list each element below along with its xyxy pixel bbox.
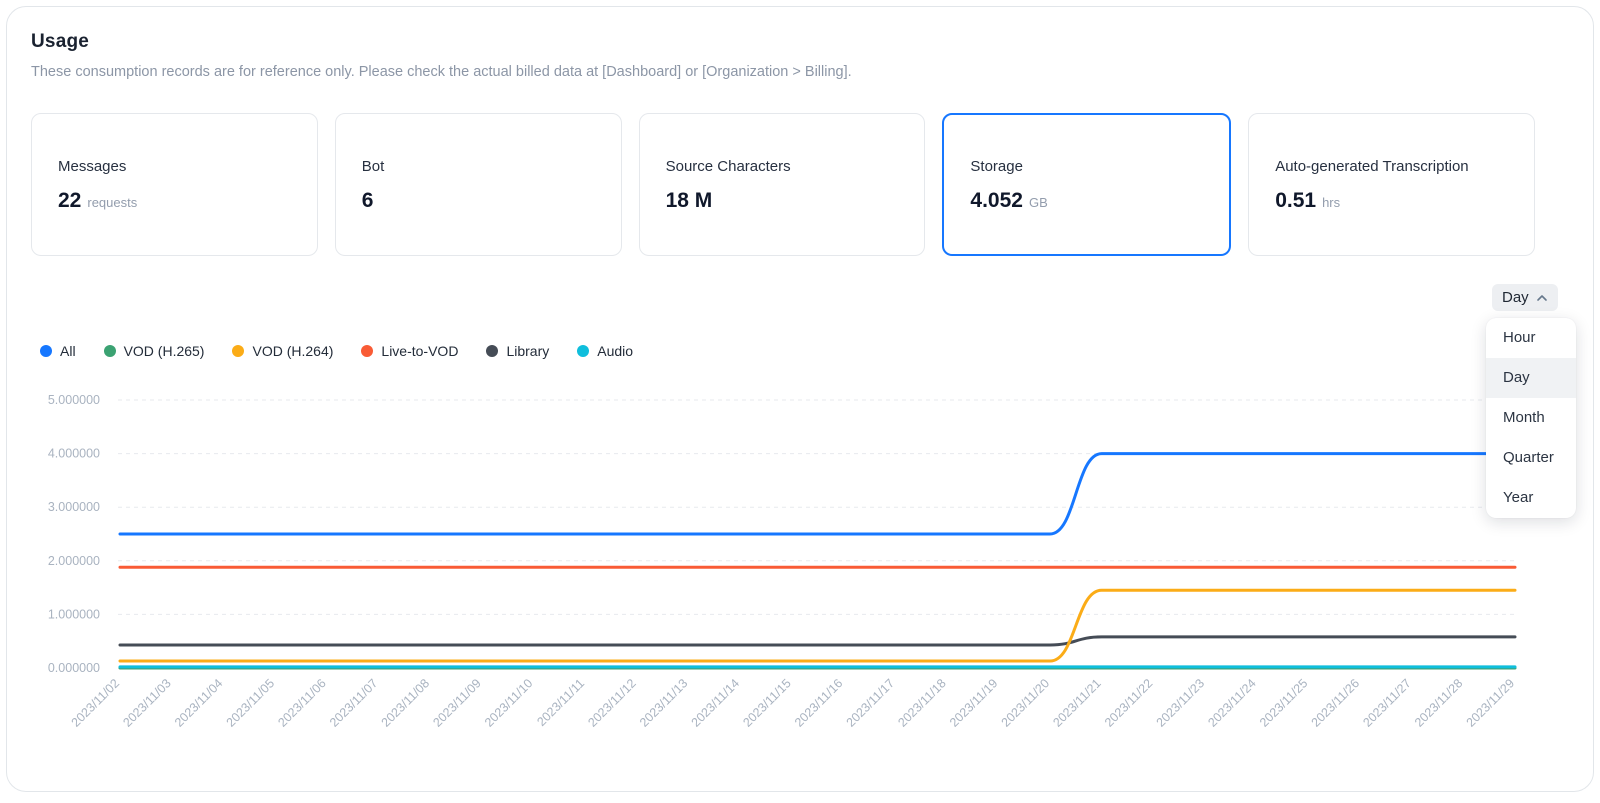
card-label: Auto-generated Transcription [1275,157,1508,177]
x-axis-label: 2023/11/18 [895,676,949,730]
legend-dot [104,345,116,357]
x-axis-label: 2023/11/25 [1257,676,1311,730]
menu-item-quarter[interactable]: Quarter [1486,438,1576,478]
card-value-unit: requests [87,195,137,210]
granularity-dropdown-button[interactable]: Day [1492,284,1558,311]
x-axis-label: 2023/11/07 [327,676,381,730]
card-value-unit: hrs [1322,195,1340,210]
menu-item-hour[interactable]: Hour [1486,318,1576,358]
menu-item-day[interactable]: Day [1486,358,1576,398]
legend-dot [486,345,498,357]
page-subtitle: These consumption records are for refere… [31,64,852,80]
legend-item-audio[interactable]: Audio [577,343,633,359]
y-axis-label: 2.000000 [48,554,100,568]
x-axis-label: 2023/11/04 [172,676,226,730]
granularity-selected-label: Day [1502,289,1529,306]
legend-dot [232,345,244,357]
card-label: Messages [58,157,291,177]
x-axis-label: 2023/11/26 [1309,676,1363,730]
x-axis-label: 2023/11/16 [792,676,846,730]
y-axis-label: 5.000000 [48,393,100,407]
card-value-number: 18 M [666,189,713,213]
granularity-dropdown-menu: HourDayMonthQuarterYear [1486,318,1576,518]
card-messages[interactable]: Messages 22 requests [31,113,318,256]
x-axis-label: 2023/11/23 [1154,676,1208,730]
usage-chart: 0.000000 1.000000 2.000000 3.000000 4.000000… [0,378,1600,798]
menu-item-month[interactable]: Month [1486,398,1576,438]
x-axis-label: 2023/11/09 [430,676,484,730]
card-value-unit: GB [1029,195,1048,210]
x-axis-label: 2023/11/02 [69,676,123,730]
legend-item-live-to-vod[interactable]: Live-to-VOD [361,343,458,359]
legend-dot [361,345,373,357]
legend-label: VOD (H.265) [124,343,205,359]
x-axis-label: 2023/11/05 [224,676,278,730]
card-value: 0.51 hrs [1275,189,1508,213]
usage-stat-cards: Messages 22 requests Bot 6 Source Charac… [31,113,1535,256]
chevron-up-icon [1536,292,1548,304]
card-value: 6 [362,189,595,213]
card-label: Storage [970,157,1203,177]
card-bot[interactable]: Bot 6 [335,113,622,256]
x-axis-label: 2023/11/24 [1205,676,1259,730]
usage-page: Usage These consumption records are for … [0,0,1600,798]
y-axis-label: 4.000000 [48,447,100,461]
x-axis-label: 2023/11/19 [947,676,1001,730]
y-axis-label: 1.000000 [48,607,100,621]
page-title: Usage [31,31,89,53]
card-label: Bot [362,157,595,177]
x-axis-label: 2023/11/28 [1412,676,1466,730]
y-axis-label: 0.000000 [48,661,100,675]
card-value: 22 requests [58,189,291,213]
x-axis-label: 2023/11/14 [689,676,743,730]
card-value: 4.052 GB [970,189,1203,213]
legend-dot [577,345,589,357]
x-axis-label: 2023/11/03 [120,676,174,730]
card-source-characters[interactable]: Source Characters 18 M [639,113,926,256]
legend-item-vod-h-264[interactable]: VOD (H.264) [232,343,333,359]
x-axis-label: 2023/11/17 [844,676,898,730]
card-value-number: 4.052 [970,189,1023,213]
x-axis-label: 2023/11/21 [1050,676,1104,730]
x-axis-label: 2023/11/08 [379,676,433,730]
card-auto-generated-transcription[interactable]: Auto-generated Transcription 0.51 hrs [1248,113,1535,256]
chart-legend: All VOD (H.265) VOD (H.264) Live-to-VOD Libr… [40,343,633,359]
x-axis-label: 2023/11/13 [637,676,691,730]
legend-label: Live-to-VOD [381,343,458,359]
x-axis-label: 2023/11/20 [999,676,1053,730]
legend-item-all[interactable]: All [40,343,76,359]
card-value-number: 22 [58,189,81,213]
card-value: 18 M [666,189,899,213]
legend-label: Library [506,343,549,359]
legend-label: VOD (H.264) [252,343,333,359]
card-value-number: 6 [362,189,374,213]
legend-dot [40,345,52,357]
series-line-vod-h-264 [120,590,1515,661]
menu-item-year[interactable]: Year [1486,478,1576,518]
legend-item-library[interactable]: Library [486,343,549,359]
series-line-all [120,454,1515,534]
legend-label: Audio [597,343,633,359]
legend-item-vod-h-265[interactable]: VOD (H.265) [104,343,205,359]
card-label: Source Characters [666,157,899,177]
card-storage[interactable]: Storage 4.052 GB [942,113,1231,256]
x-axis-label: 2023/11/29 [1464,676,1518,730]
x-axis-label: 2023/11/12 [585,676,639,730]
x-axis-label: 2023/11/11 [534,676,587,729]
card-value-number: 0.51 [1275,189,1316,213]
usage-line-chart: 0.000000 1.000000 2.000000 3.000000 4.000000… [0,378,1600,798]
x-axis-label: 2023/11/27 [1360,676,1414,730]
legend-label: All [60,343,76,359]
y-axis-label: 3.000000 [48,500,100,514]
x-axis-label: 2023/11/06 [275,676,329,730]
x-axis-label: 2023/11/22 [1102,676,1156,730]
x-axis-label: 2023/11/10 [482,676,536,730]
x-axis-label: 2023/11/15 [740,676,794,730]
series-line-library [120,637,1515,645]
